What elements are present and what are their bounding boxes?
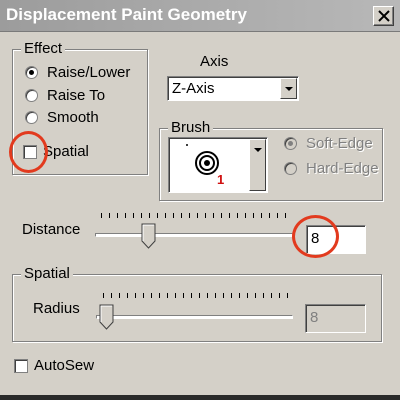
radio-raise-to-button[interactable] <box>25 89 38 102</box>
radio-soft-edge-button[interactable] <box>284 137 297 150</box>
close-icon <box>378 10 390 22</box>
radio-hard-edge[interactable]: Hard-Edge <box>284 160 379 177</box>
radius-input[interactable]: 8 <box>305 304 366 333</box>
autosew-checkbox[interactable] <box>14 358 28 373</box>
axis-dropdown[interactable]: Z-Axis <box>167 76 299 101</box>
axis-label: Axis <box>200 53 229 70</box>
window-bottom-edge <box>0 395 400 400</box>
radio-smooth-button[interactable] <box>25 111 38 124</box>
brush-preview-icon <box>186 144 219 175</box>
radio-raise-to-label: Raise To <box>47 87 106 104</box>
radio-smooth-label: Smooth <box>47 109 99 126</box>
title-bar[interactable]: Displacement Paint Geometry <box>0 0 400 32</box>
brush-chevron-down-icon[interactable] <box>249 139 266 191</box>
radio-soft-edge[interactable]: Soft-Edge <box>284 135 373 152</box>
radio-raise-lower-button[interactable] <box>25 66 38 79</box>
distance-slider-track[interactable] <box>95 233 293 237</box>
autosew-row[interactable]: AutoSew <box>14 357 94 374</box>
radius-slider-track[interactable] <box>96 315 293 319</box>
distance-slider-thumb[interactable] <box>141 223 157 249</box>
radius-label: Radius <box>33 300 80 317</box>
distance-label: Distance <box>22 221 81 238</box>
close-button[interactable] <box>373 6 394 26</box>
brush-group-title: Brush <box>168 119 214 136</box>
spatial-checkbox-label: Spatial <box>43 143 89 160</box>
brush-picker[interactable]: 1 <box>168 137 268 193</box>
distance-slider-ticks <box>101 213 293 218</box>
radio-hard-edge-button[interactable] <box>284 162 297 175</box>
radio-raise-to[interactable]: Raise To <box>25 87 105 104</box>
effect-group-title: Effect <box>21 40 66 57</box>
radio-smooth[interactable]: Smooth <box>25 109 99 126</box>
spatial-highlight-circle <box>9 131 48 173</box>
radius-value: 8 <box>310 309 319 326</box>
axis-value: Z-Axis <box>172 80 215 97</box>
radio-raise-lower[interactable]: Raise/Lower <box>25 64 130 81</box>
autosew-label: AutoSew <box>34 357 95 374</box>
brush-index-label: 1 <box>217 172 225 187</box>
radius-slider-ticks <box>103 293 293 298</box>
chevron-down-icon[interactable] <box>280 78 297 99</box>
distance-highlight-circle <box>292 215 339 258</box>
radio-soft-edge-label: Soft-Edge <box>306 135 373 152</box>
radius-slider-thumb[interactable] <box>99 304 115 330</box>
window-title: Displacement Paint Geometry <box>6 5 247 24</box>
radio-raise-lower-label: Raise/Lower <box>47 64 131 81</box>
radio-hard-edge-label: Hard-Edge <box>306 160 379 177</box>
spatial-group-title: Spatial <box>21 265 73 282</box>
